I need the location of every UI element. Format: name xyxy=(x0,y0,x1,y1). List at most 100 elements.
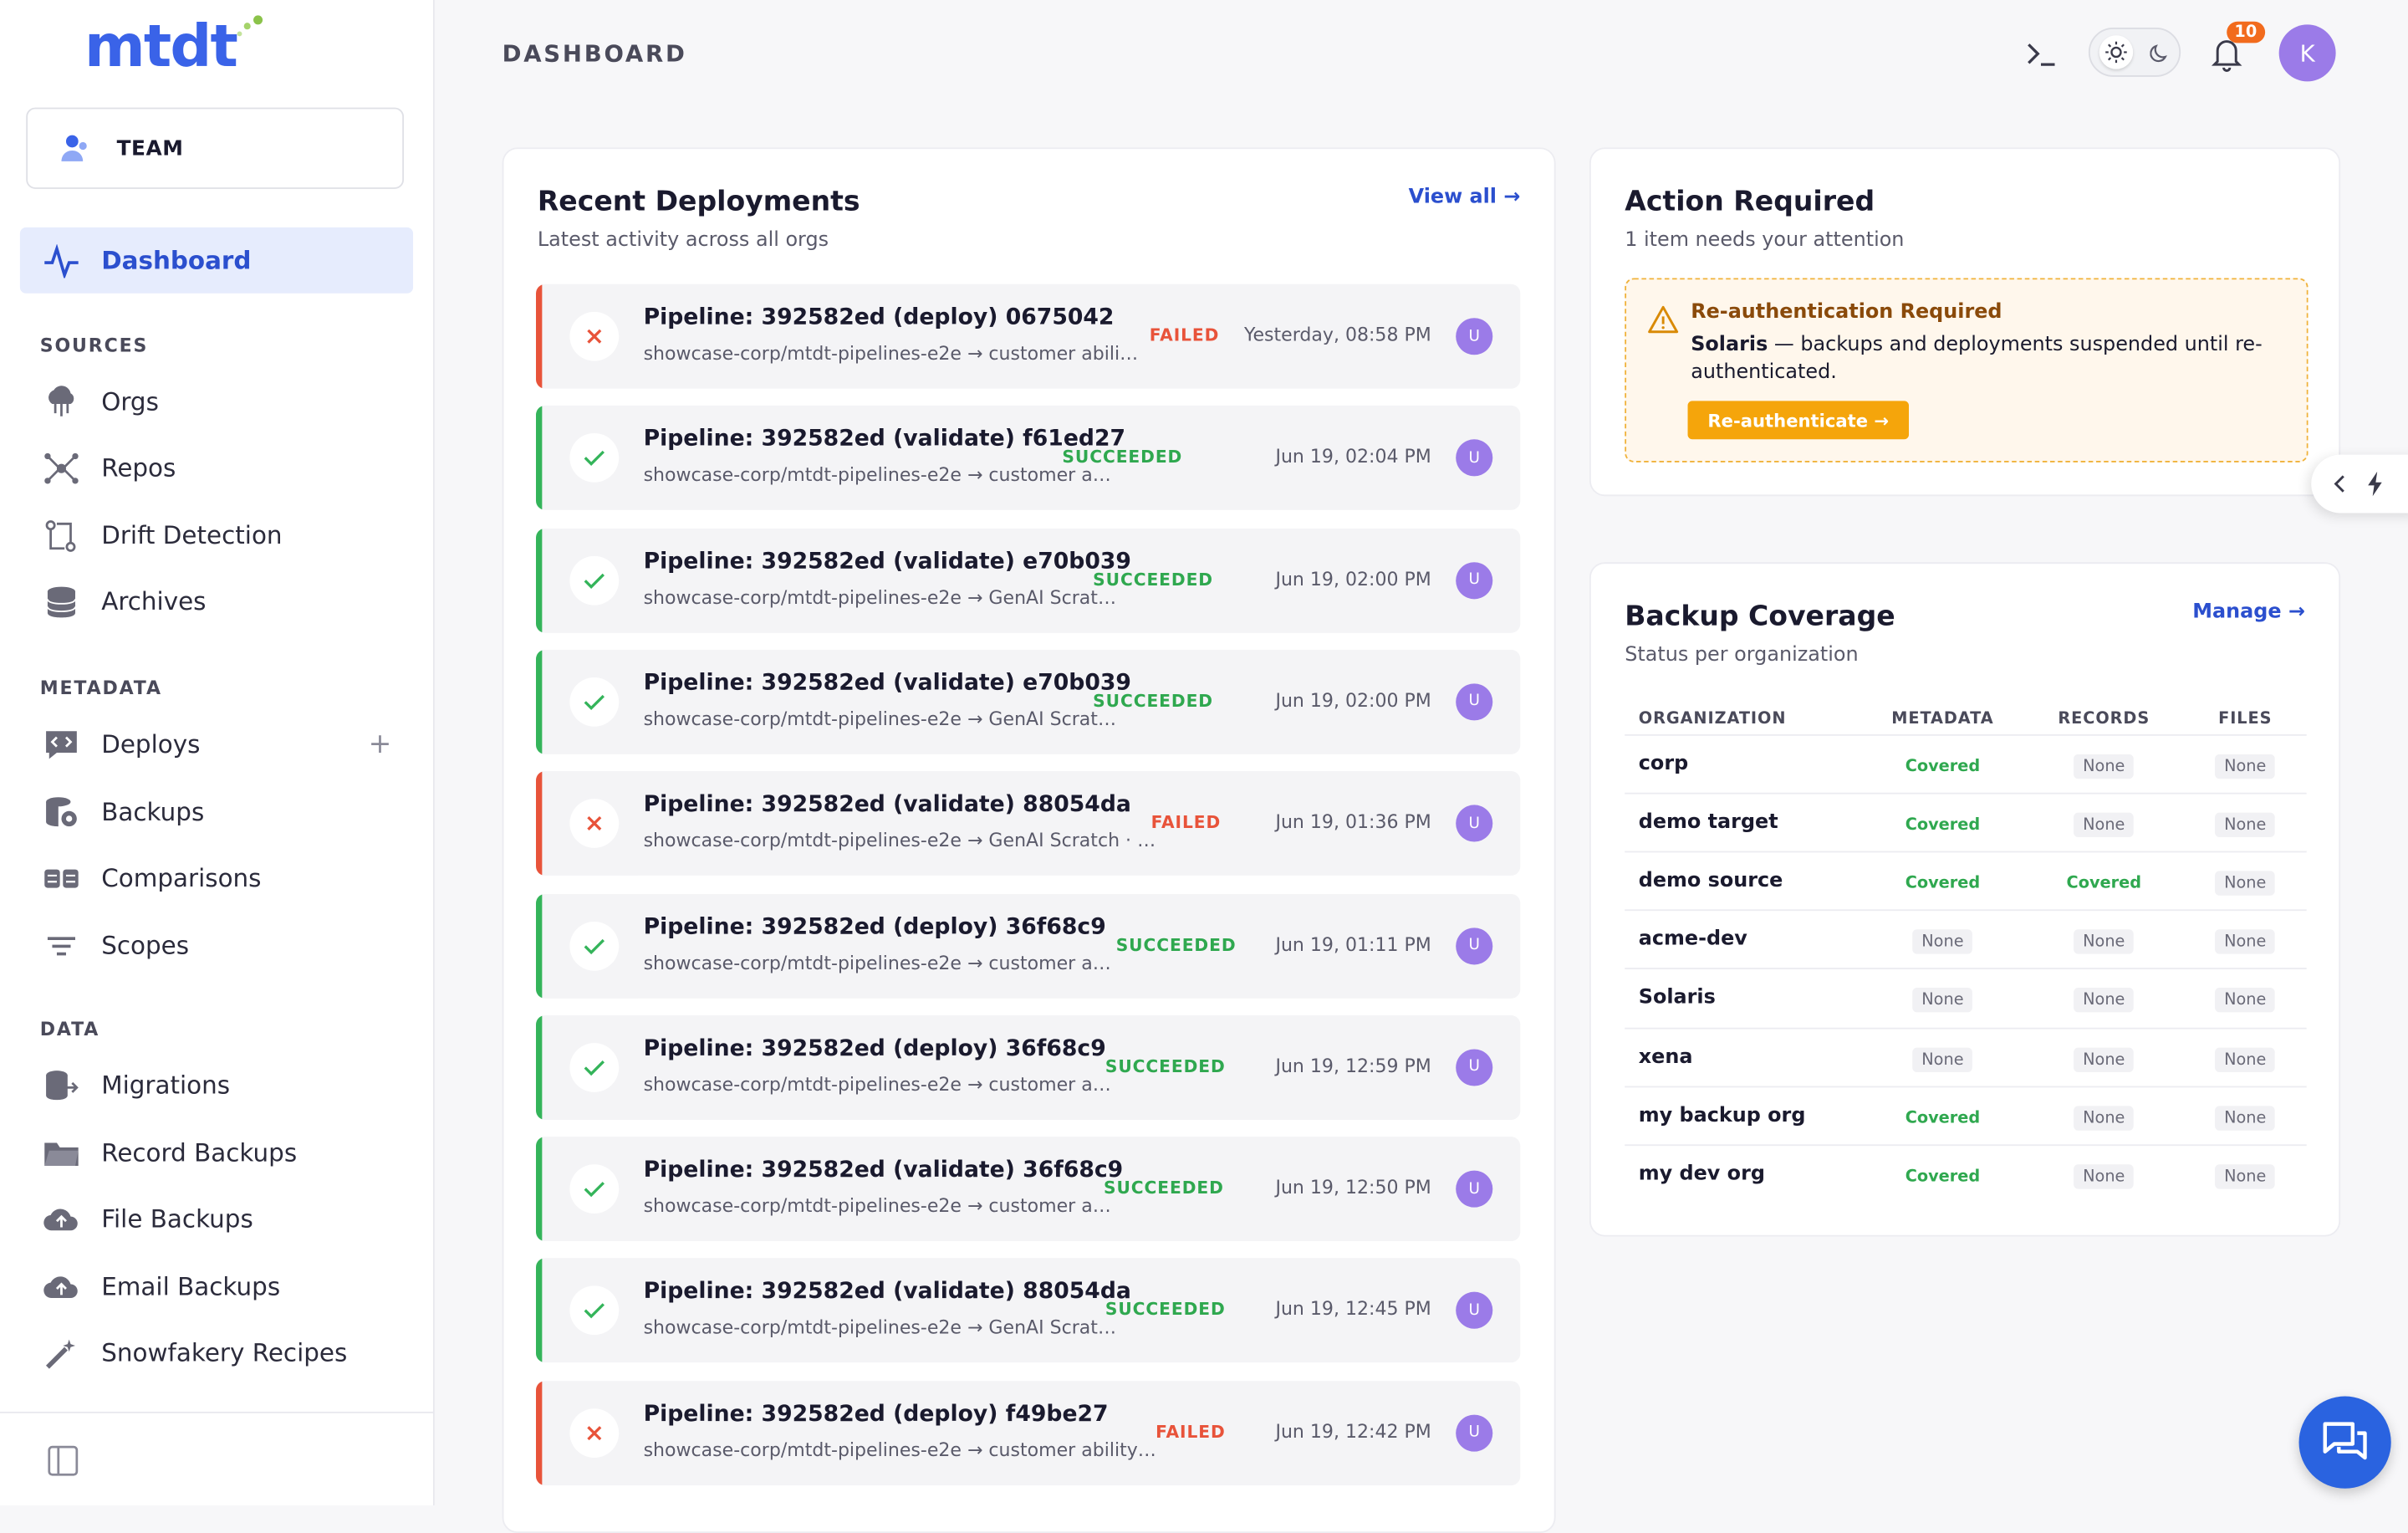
side-panel-tab[interactable] xyxy=(2311,454,2408,514)
sidebar-item-email-backups[interactable]: Email Backups xyxy=(20,1254,413,1320)
sidebar-item-dashboard[interactable]: Dashboard xyxy=(19,227,414,294)
user-avatar: U xyxy=(1456,318,1493,355)
x-icon xyxy=(569,799,620,849)
theme-toggle[interactable] xyxy=(2088,28,2181,77)
alert-title: Re-authentication Required xyxy=(1691,300,2002,324)
sidebar-item-comparisons[interactable]: Comparisons xyxy=(20,845,413,911)
org-name: Solaris xyxy=(1638,986,1716,1010)
team-icon xyxy=(61,134,87,161)
status-bar xyxy=(536,406,543,511)
alert-body: Solaris — backups and deployments suspen… xyxy=(1691,332,2274,387)
deployment-subtitle: showcase-corp/mtdt-pipelines-e2e → custo… xyxy=(643,342,1139,365)
deployment-row[interactable]: Pipeline: 392582ed (validate) 88054da sho… xyxy=(536,1258,1521,1363)
view-all-label: View all xyxy=(1408,186,1497,209)
coverage-files-status: None xyxy=(2215,754,2276,779)
sidebar-item-migrations[interactable]: Migrations xyxy=(20,1052,413,1118)
lightning-icon xyxy=(2368,471,2382,497)
sidebar-item-snowfakery-recipes[interactable]: Snowfakery Recipes xyxy=(20,1320,413,1386)
warning-icon xyxy=(1648,305,1679,334)
database-migrate-icon xyxy=(42,1065,82,1106)
coverage-row: my dev org Covered None None xyxy=(1625,1143,2307,1204)
user-avatar: U xyxy=(1456,561,1493,599)
x-icon xyxy=(569,1408,620,1458)
user-avatar[interactable]: K xyxy=(2278,24,2336,82)
terminal-icon[interactable] xyxy=(2024,37,2058,70)
reauthenticate-button[interactable]: Re-authenticate → xyxy=(1687,401,1910,440)
check-icon xyxy=(569,1042,620,1092)
coverage-row: my backup org Covered None None xyxy=(1625,1085,2307,1146)
coverage-row: demo source Covered Covered None xyxy=(1625,851,2307,912)
deployment-row[interactable]: Pipeline: 392582ed (validate) 36f68c9 sho… xyxy=(536,1137,1521,1242)
status-bar xyxy=(536,284,543,389)
action-title: Action Required xyxy=(1625,186,1875,218)
deployment-time: Jun 19, 12:50 PM xyxy=(1275,1177,1431,1198)
status-bar xyxy=(536,1014,543,1120)
coverage-records-status: None xyxy=(2074,929,2135,955)
manage-link[interactable]: Manage → xyxy=(2192,600,2305,624)
check-icon xyxy=(569,677,620,727)
column-header-records: RECORDS xyxy=(2058,709,2150,728)
sidebar-item-file-backups[interactable]: File Backups xyxy=(20,1186,413,1252)
sidebar-item-archives[interactable]: Archives xyxy=(20,569,413,635)
sidebar-item-label: Migrations xyxy=(101,1071,231,1101)
deployment-title: Pipeline: 392582ed (deploy) f49be27 xyxy=(643,1402,1109,1427)
deployment-status: FAILED xyxy=(1156,1422,1226,1443)
brand-logo[interactable]: mtdt xyxy=(84,13,238,80)
check-icon xyxy=(569,921,620,970)
coverage-records-status: None xyxy=(2074,812,2135,838)
deployment-time: Yesterday, 08:58 PM xyxy=(1243,324,1431,346)
nav-section-sources: SOURCES xyxy=(39,335,149,357)
deployment-title: Pipeline: 392582ed (validate) f61ed27 xyxy=(643,427,1126,452)
arrow-right-icon: → xyxy=(1503,186,1521,209)
deployment-title: Pipeline: 392582ed (validate) 88054da xyxy=(643,1280,1131,1306)
sidebar-item-label: Archives xyxy=(101,586,207,616)
sidebar-item-orgs[interactable]: Orgs xyxy=(20,369,413,435)
status-bar xyxy=(536,649,543,754)
view-all-link[interactable]: View all → xyxy=(1409,186,1521,209)
org-name: demo target xyxy=(1638,810,1778,835)
coverage-metadata-status: None xyxy=(1912,988,1973,1014)
deployment-title: Pipeline: 392582ed (validate) e70b039 xyxy=(643,549,1131,575)
sidebar-item-repos[interactable]: Repos xyxy=(20,435,413,501)
add-deploy-button[interactable]: + xyxy=(369,728,392,761)
sidebar-item-deploys[interactable]: Deploys + xyxy=(20,711,413,777)
nav-section-data: DATA xyxy=(39,1018,100,1040)
logo-dots-icon xyxy=(237,15,263,37)
deployment-status: FAILED xyxy=(1149,325,1220,346)
status-bar xyxy=(536,1137,543,1242)
deployment-row[interactable]: Pipeline: 392582ed (deploy) f49be27 showc… xyxy=(536,1380,1521,1485)
deployment-row[interactable]: Pipeline: 392582ed (deploy) 36f68c9 showc… xyxy=(536,893,1521,998)
database-icon xyxy=(42,581,82,621)
deployment-row[interactable]: Pipeline: 392582ed (validate) 88054da sho… xyxy=(536,771,1521,876)
user-avatar: U xyxy=(1456,439,1493,477)
team-switcher-button[interactable]: TEAM xyxy=(26,107,405,189)
deployment-status: SUCCEEDED xyxy=(1093,691,1213,712)
coverage-title: Backup Coverage xyxy=(1625,600,1895,633)
deployment-row[interactable]: Pipeline: 392582ed (deploy) 36f68c9 showc… xyxy=(536,1014,1521,1120)
deployments-title: Recent Deployments xyxy=(537,186,860,218)
deployment-row[interactable]: Pipeline: 392582ed (validate) e70b039 sho… xyxy=(536,528,1521,632)
deployment-subtitle: showcase-corp/mtdt-pipelines-e2e → GenAI… xyxy=(643,1316,1120,1339)
user-avatar: U xyxy=(1456,805,1493,842)
sidebar-collapse-icon[interactable] xyxy=(46,1444,79,1477)
chevron-left-icon xyxy=(2334,475,2344,493)
coverage-metadata-status: Covered xyxy=(1905,757,1981,776)
deployment-row[interactable]: Pipeline: 392582ed (validate) e70b039 sho… xyxy=(536,649,1521,754)
org-name: acme-dev xyxy=(1638,927,1747,952)
deployment-row[interactable]: Pipeline: 392582ed (deploy) 0675042 showc… xyxy=(536,284,1521,389)
sidebar-item-label: Backups xyxy=(101,797,205,827)
deployment-row[interactable]: Pipeline: 392582ed (validate) f61ed27 sho… xyxy=(536,406,1521,511)
check-icon xyxy=(569,433,620,483)
sidebar-item-drift-detection[interactable]: Drift Detection xyxy=(20,503,413,569)
chat-button[interactable] xyxy=(2298,1396,2391,1489)
coverage-metadata-status: Covered xyxy=(1905,1167,1981,1186)
chat-icon xyxy=(2323,1422,2367,1460)
x-icon xyxy=(569,311,620,361)
sidebar-item-record-backups[interactable]: Record Backups xyxy=(20,1120,413,1186)
database-cog-icon xyxy=(42,792,82,832)
deployment-time: Jun 19, 02:00 PM xyxy=(1275,567,1431,590)
sidebar-item-scopes[interactable]: Scopes xyxy=(20,912,413,979)
coverage-metadata-status: Covered xyxy=(1905,874,1981,893)
deployment-subtitle: showcase-corp/mtdt-pipelines-e2e → GenAI… xyxy=(643,830,1158,851)
sidebar-item-backups[interactable]: Backups xyxy=(20,779,413,845)
